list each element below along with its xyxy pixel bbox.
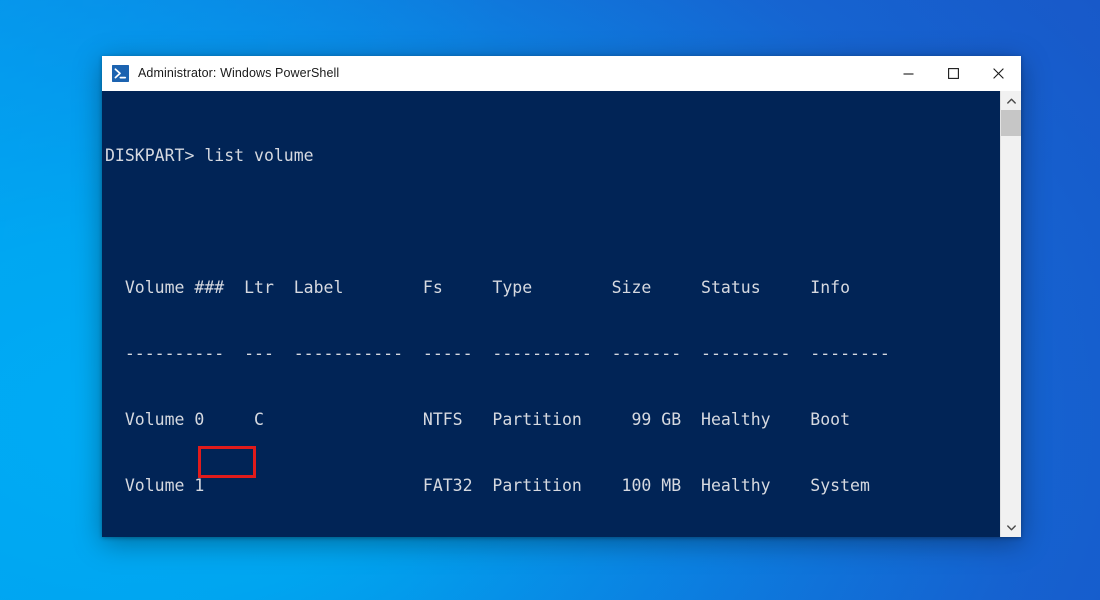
close-button[interactable] [976,56,1021,90]
window-title: Administrator: Windows PowerShell [138,66,340,80]
terminal-area: DISKPART> list volume Volume ### Ltr Lab… [102,91,1021,537]
scroll-up-button[interactable] [1001,91,1021,110]
table-separator-row: ---------- --- ----------- ----- -------… [105,344,890,363]
minimize-icon [903,72,914,75]
scroll-down-button[interactable] [1001,518,1021,537]
window-controls [886,56,1021,90]
terminal-output[interactable]: DISKPART> list volume Volume ### Ltr Lab… [102,91,1000,537]
chevron-up-icon [1006,98,1016,104]
maximize-icon [948,67,959,79]
scrollbar-thumb[interactable] [1001,110,1021,136]
terminal-line: DISKPART> list volume [105,146,314,165]
minimize-button[interactable] [886,56,931,90]
powershell-window: Administrator: Windows PowerShell DISKPA… [102,56,1021,537]
terminal-text: DISKPART> list volume Volume ### Ltr Lab… [102,101,1000,537]
powershell-icon [112,64,129,82]
maximize-button[interactable] [931,56,976,90]
window-titlebar[interactable]: Administrator: Windows PowerShell [102,56,1021,91]
desktop-background: Administrator: Windows PowerShell DISKPA… [0,0,1100,600]
table-row: Volume 1 FAT32 Partition 100 MB Healthy … [105,476,870,495]
table-header-row: Volume ### Ltr Label Fs Type Size Status… [105,278,851,297]
table-row: Volume 0 C NTFS Partition 99 GB Healthy … [105,410,851,429]
chevron-down-icon [1006,524,1016,530]
scrollbar-track[interactable] [1001,110,1021,518]
close-icon [993,67,1004,79]
vertical-scrollbar[interactable] [1000,91,1021,537]
